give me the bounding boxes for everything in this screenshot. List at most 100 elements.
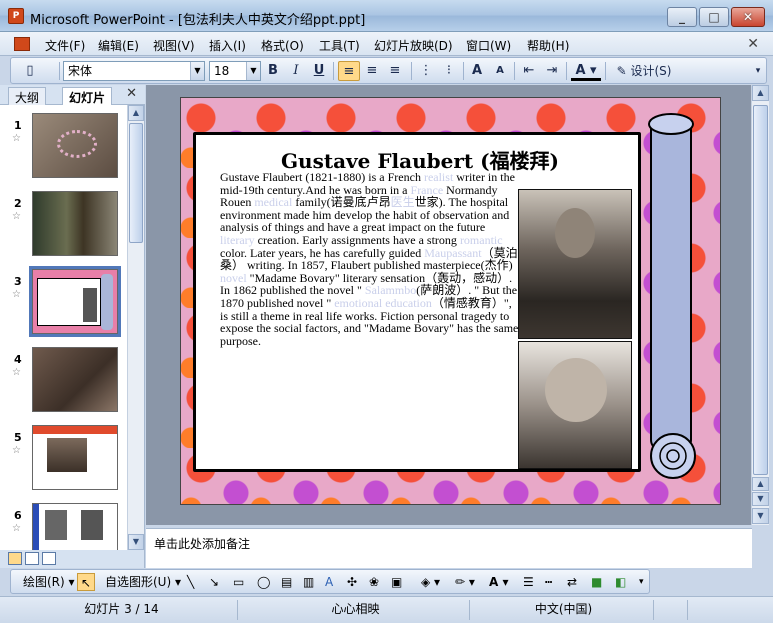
notes-pane[interactable]: 单击此处添加备注: [146, 528, 752, 568]
italic-button[interactable]: I: [286, 61, 306, 81]
autoshape-label: 自选图形(U): [105, 575, 172, 589]
menu-slideshow[interactable]: 幻灯片放映(D): [374, 37, 453, 54]
numbered-list-icon[interactable]: ⋮: [416, 61, 436, 81]
decrease-font-icon[interactable]: A: [490, 61, 510, 81]
scroll-up-icon[interactable]: ▲: [752, 85, 769, 101]
dash-style-icon[interactable]: ┅: [545, 573, 552, 591]
slide-scrollbar[interactable]: ▲ ▲ ▼ ▼: [751, 85, 769, 525]
notes-placeholder[interactable]: 单击此处添加备注: [154, 535, 250, 552]
line-color-icon[interactable]: ✏ ▾: [455, 573, 475, 591]
line-style-icon[interactable]: ☰: [523, 573, 534, 591]
scroll-roll-decoration: [648, 113, 696, 479]
draw-menu-button[interactable]: 绘图(R) ▾: [23, 573, 75, 591]
align-left-icon[interactable]: ≡: [338, 61, 360, 81]
new-document-icon[interactable]: ▯: [19, 61, 41, 81]
menu-file[interactable]: 文件(F): [45, 37, 85, 54]
minimize-button[interactable]: _: [667, 7, 697, 27]
chevron-down-icon[interactable]: ▼: [190, 62, 204, 80]
slide-editor[interactable]: Gustave Flaubert (福楼拜) Gustave Flaubert …: [146, 85, 751, 525]
textbox-tool-icon[interactable]: ▤: [281, 573, 292, 591]
view-buttons: [0, 550, 145, 568]
menu-insert[interactable]: 插入(I): [209, 37, 246, 54]
slide-thumbnail-1[interactable]: [32, 113, 118, 178]
powerpoint-icon[interactable]: P: [8, 8, 24, 24]
bold-button[interactable]: B: [263, 61, 283, 81]
status-design: 心心相映: [242, 600, 470, 620]
scroll-up-icon[interactable]: ▲: [128, 105, 144, 121]
design-button[interactable]: ✎ 设计(S): [609, 61, 679, 81]
drawing-toolbar: 绘图(R) ▾ ↖ 自选图形(U) ▾ ╲ ↘ ▭ ◯ ▤ ▥ A ✣ ❀ ▣ …: [10, 569, 650, 594]
slide-thumbnail-3[interactable]: [29, 266, 121, 337]
scroll-down-icon[interactable]: ▼: [128, 534, 144, 550]
toolbar-options-icon[interactable]: ▾: [639, 573, 644, 591]
oval-tool-icon[interactable]: ◯: [257, 573, 270, 591]
slide-body-text[interactable]: Gustave Flaubert (1821-1880) is a French…: [220, 171, 520, 347]
slide-thumbnail-5[interactable]: [32, 425, 118, 490]
slideshow-view-icon[interactable]: [42, 552, 56, 565]
shadow-style-icon[interactable]: ■: [591, 573, 602, 591]
transition-icon: ☆: [12, 289, 21, 300]
wordart-icon[interactable]: A: [325, 573, 333, 591]
underline-button[interactable]: U: [309, 61, 329, 81]
arrow-style-icon[interactable]: ⇄: [567, 573, 577, 591]
tab-slides[interactable]: 幻灯片: [62, 87, 113, 105]
design-icon: ✎: [616, 64, 627, 78]
decrease-indent-icon[interactable]: ⇤: [519, 61, 539, 81]
rectangle-tool-icon[interactable]: ▭: [233, 573, 244, 591]
diagram-icon[interactable]: ✣: [347, 573, 357, 591]
arrow-tool-icon[interactable]: ↘: [209, 573, 219, 591]
select-pointer-icon[interactable]: ↖: [77, 573, 95, 591]
vertical-textbox-icon[interactable]: ▥: [303, 573, 314, 591]
slide-thumbnail-4[interactable]: [32, 347, 118, 412]
thumb-photo: [45, 510, 67, 540]
slide-thumbnail-2[interactable]: [32, 191, 118, 256]
toolbar-options-icon[interactable]: ▾: [751, 61, 765, 81]
scroll-thumb[interactable]: [129, 123, 143, 243]
font-color-icon[interactable]: A ▾: [489, 573, 509, 591]
menu-format[interactable]: 格式(O): [261, 37, 304, 54]
maximize-button[interactable]: □: [699, 7, 729, 27]
pane-close-icon[interactable]: ✕: [126, 86, 137, 101]
slide-thumbnail-6[interactable]: [32, 503, 118, 550]
doc-close-icon[interactable]: ✕: [747, 36, 759, 52]
portrait-face: [555, 208, 595, 258]
bullet-list-icon[interactable]: ⁝: [439, 61, 459, 81]
increase-font-icon[interactable]: A: [467, 61, 487, 81]
align-center-icon[interactable]: ≡: [362, 61, 382, 81]
status-bar: 幻灯片 3 / 14 心心相映 中文(中国): [0, 596, 773, 623]
menu-edit[interactable]: 编辑(E): [98, 37, 139, 54]
font-size-value: 18: [214, 64, 230, 78]
status-slide-info: 幻灯片 3 / 14: [6, 600, 238, 620]
increase-indent-icon[interactable]: ⇥: [542, 61, 562, 81]
normal-view-icon[interactable]: [8, 552, 22, 565]
chevron-down-icon[interactable]: ▼: [246, 62, 260, 80]
slide-number: 3: [14, 275, 22, 288]
3d-style-icon[interactable]: ◧: [615, 573, 626, 591]
align-right-icon[interactable]: ≡: [385, 61, 405, 81]
autoshapes-button[interactable]: 自选图形(U) ▾: [105, 573, 181, 591]
close-button[interactable]: ✕: [731, 7, 765, 27]
tab-outline[interactable]: 大纲: [8, 87, 47, 105]
font-color-icon[interactable]: A ▾: [571, 61, 601, 81]
current-slide[interactable]: Gustave Flaubert (福楼拜) Gustave Flaubert …: [180, 97, 721, 505]
scroll-thumb[interactable]: [753, 105, 768, 475]
menu-tools[interactable]: 工具(T): [319, 37, 360, 54]
menu-window[interactable]: 窗口(W): [466, 37, 511, 54]
font-size-combo[interactable]: 18 ▼: [209, 61, 261, 81]
heart-decoration: [57, 130, 97, 158]
menu-help[interactable]: 帮助(H): [527, 37, 569, 54]
insert-picture-icon[interactable]: ▣: [391, 573, 402, 591]
slide-sorter-icon[interactable]: [25, 552, 39, 565]
font-name-combo[interactable]: 宋体 ▼: [63, 61, 205, 81]
thumbnails-scrollbar[interactable]: ▲ ▼: [127, 105, 144, 550]
previous-slide-icon[interactable]: ▲: [752, 477, 769, 491]
clipart-icon[interactable]: ❀: [369, 573, 379, 591]
portrait-photo-young: [518, 189, 632, 339]
scroll-down-icon[interactable]: ▼: [752, 508, 769, 524]
menu-view[interactable]: 视图(V): [153, 37, 195, 54]
line-tool-icon[interactable]: ╲: [187, 573, 194, 591]
fill-color-icon[interactable]: ◈ ▾: [421, 573, 440, 591]
document-icon[interactable]: [14, 37, 30, 51]
next-slide-icon[interactable]: ▼: [752, 492, 769, 506]
transition-icon: ☆: [12, 211, 21, 222]
